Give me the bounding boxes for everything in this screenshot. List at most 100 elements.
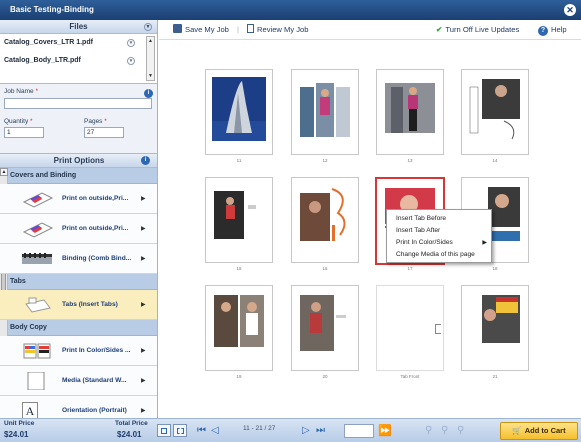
collapse-icon[interactable]: ▼ — [144, 23, 152, 31]
page-image — [212, 185, 266, 249]
chevron-right-icon: ▶ — [141, 256, 146, 262]
page-thumbnail[interactable] — [291, 69, 359, 155]
scroll-up-icon[interactable]: ▲ — [147, 37, 154, 45]
add-to-cart-button[interactable]: 🛒 Add to Cart — [500, 422, 578, 440]
unit-price-value: $24.01 — [4, 430, 29, 439]
chevron-down-icon[interactable]: ▾ — [127, 57, 135, 65]
option-print-outside[interactable]: Print on outside,Pri... ▶ — [0, 184, 157, 214]
quantity-group: Quantity * 1 — [4, 118, 44, 138]
first-page-icon[interactable]: ⏮ — [197, 424, 206, 438]
tab-page-thumbnail[interactable] — [376, 285, 444, 371]
zoom-reset-icon[interactable]: ⚲ — [441, 424, 448, 438]
file-list-scrollbar[interactable]: ▲ ▼ — [146, 36, 155, 81]
menu-item-change-media[interactable]: Change Media of this page — [387, 249, 491, 261]
print-options-title: Print Options — [53, 156, 105, 165]
print-options-header[interactable]: Print Options i — [0, 154, 157, 168]
file-item[interactable]: Catalog_Covers_LTR 1.pdf ▾ — [0, 34, 157, 52]
page-image — [298, 293, 352, 357]
page-thumbnail[interactable] — [205, 69, 273, 155]
zoom-in-icon[interactable]: ⚲ — [457, 424, 464, 438]
print-outside-icon — [22, 192, 54, 208]
page-image — [212, 77, 266, 141]
help-button[interactable]: ? Help — [538, 20, 567, 40]
previous-page-icon[interactable]: ◁ — [211, 424, 219, 438]
page-number: 18 — [492, 266, 498, 271]
grid-view-icon[interactable] — [173, 424, 187, 437]
menu-item-label: Print In Color/Sides — [396, 239, 453, 246]
option-label: Binding (Comb Bind... — [62, 255, 132, 262]
unit-price-label: Unit Price — [4, 420, 35, 427]
section-covers-binding: Covers and Binding — [0, 168, 157, 184]
file-list: Catalog_Covers_LTR 1.pdf ▾ Catalog_Body_L… — [0, 34, 157, 84]
live-updates-button[interactable]: ✔ Turn Off Live Updates — [436, 20, 519, 40]
save-job-label: Save My Job — [185, 25, 229, 34]
close-icon[interactable]: ✕ — [564, 4, 576, 16]
context-menu: Insert Tab Before Insert Tab After Print… — [386, 209, 492, 263]
go-icon[interactable]: ⏩ — [378, 424, 392, 438]
last-page-icon[interactable]: ⏭ — [316, 424, 325, 438]
review-job-label: Review My Job — [257, 25, 309, 34]
checkmark-icon: ✔ — [436, 25, 443, 34]
page-image — [468, 293, 522, 357]
help-icon: ? — [538, 26, 548, 36]
menu-item-print-color-sides[interactable]: Print In Color/Sides ▶ — [387, 237, 491, 249]
menu-item-insert-tab-after[interactable]: Insert Tab After — [387, 225, 491, 237]
chevron-down-icon[interactable]: ▾ — [127, 39, 135, 47]
menu-item-insert-tab-before[interactable]: Insert Tab Before — [387, 213, 491, 225]
live-updates-label: Turn Off Live Updates — [445, 25, 520, 34]
tabs-icon — [25, 297, 51, 313]
quantity-label: Quantity * — [4, 118, 33, 125]
job-name-input[interactable] — [4, 98, 152, 109]
option-tabs[interactable]: Tabs (Insert Tabs) ▶ — [0, 290, 157, 320]
print-options-list: ▲ ▼ Covers and Binding Print on outside,… — [0, 168, 157, 422]
page-thumbnail[interactable] — [205, 285, 273, 371]
page-number: 12 — [322, 158, 328, 163]
option-color-sides[interactable]: Print In Color/Sides ... ▶ — [0, 336, 157, 366]
page-image — [298, 77, 352, 141]
file-name: Catalog_Body_LTR.pdf — [4, 57, 81, 64]
section-tabs: Tabs — [0, 274, 157, 290]
page-thumbnail[interactable] — [291, 177, 359, 263]
page-thumbnail[interactable] — [461, 69, 529, 155]
total-price-value: $24.01 — [117, 430, 142, 439]
page-thumbnail[interactable] — [376, 69, 444, 155]
zoom-out-icon[interactable]: ⚲ — [425, 424, 432, 438]
comb-binding-icon — [22, 253, 52, 264]
page-thumbnail[interactable] — [461, 285, 529, 371]
page-image — [298, 185, 352, 249]
info-icon[interactable]: i — [144, 89, 153, 98]
page-number: 11 — [236, 158, 242, 163]
page-thumbnail[interactable] — [291, 285, 359, 371]
next-page-icon[interactable]: ▷ — [302, 424, 310, 438]
option-label: Print In Color/Sides ... — [62, 347, 131, 354]
option-media[interactable]: Media (Standard W... ▶ — [0, 366, 157, 396]
chevron-right-icon: ▶ — [141, 378, 146, 384]
option-print-outside[interactable]: Print on outside,Pri... ▶ — [0, 214, 157, 244]
single-view-icon[interactable] — [157, 424, 171, 437]
quantity-input[interactable]: 1 — [4, 127, 44, 138]
add-to-cart-label: Add to Cart — [524, 426, 566, 435]
scroll-up-icon[interactable]: ▲ — [0, 168, 8, 176]
page-thumbnail[interactable] — [205, 177, 273, 263]
review-job-button[interactable]: Review My Job — [247, 20, 308, 40]
option-label: Print on outside,Pri... — [62, 195, 129, 202]
job-form: Job Name * i Quantity * 1 Pages * 27 — [0, 84, 157, 154]
chevron-right-icon: ▶ — [141, 348, 146, 354]
submenu-arrow-icon: ▶ — [482, 240, 487, 246]
scroll-track[interactable] — [147, 45, 154, 72]
file-name: Catalog_Covers_LTR 1.pdf — [4, 39, 93, 46]
file-item[interactable]: Catalog_Body_LTR.pdf ▾ — [0, 52, 157, 70]
main-toolbar: Save My Job | Review My Job ✔ Turn Off Li… — [159, 20, 581, 40]
goto-page-input[interactable] — [344, 424, 374, 438]
pages-input[interactable]: 27 — [84, 127, 124, 138]
left-panel: Files ▼ Catalog_Covers_LTR 1.pdf ▾ Catalo… — [0, 20, 158, 422]
scroll-down-icon[interactable]: ▼ — [147, 72, 154, 80]
chevron-right-icon: ▶ — [141, 226, 146, 232]
document-icon — [247, 24, 254, 33]
page-number: 14 — [492, 158, 498, 163]
info-icon[interactable]: i — [141, 156, 150, 165]
help-label: Help — [551, 25, 567, 34]
files-panel-header[interactable]: Files ▼ — [0, 20, 157, 34]
option-binding[interactable]: Binding (Comb Bind... ▶ — [0, 244, 157, 274]
save-job-button[interactable]: Save My Job — [173, 20, 229, 40]
